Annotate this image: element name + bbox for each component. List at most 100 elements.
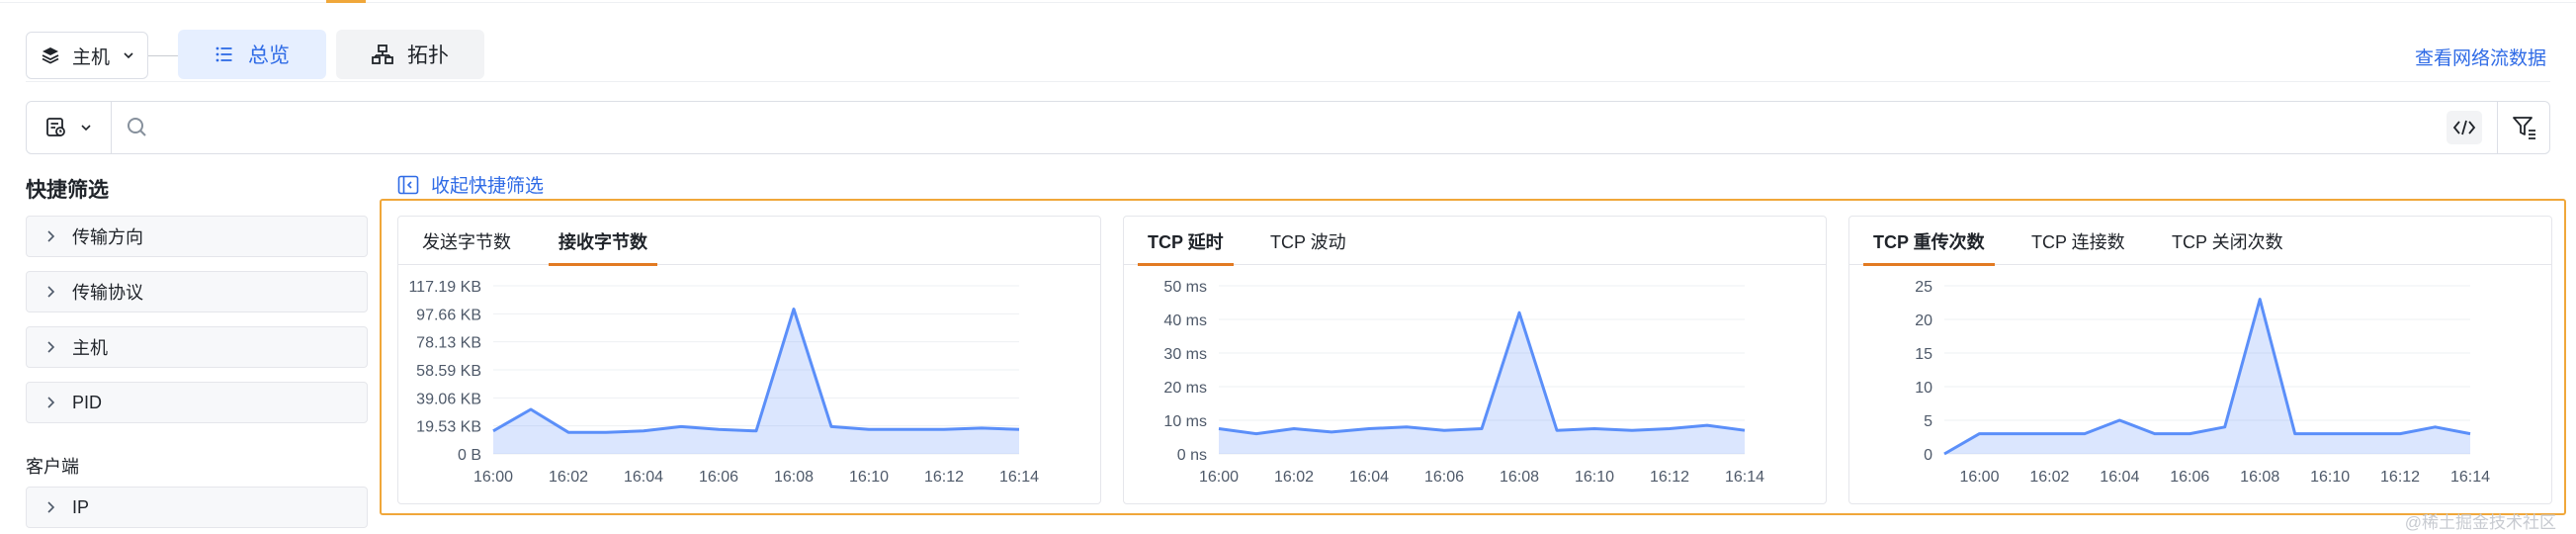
y-tick-label: 10 ms [1163,413,1207,430]
tab-received-bytes[interactable]: 接收字节数 [549,217,657,266]
x-tick-label: 16:00 [1959,469,1999,486]
filter-item-ip[interactable]: IP [26,487,368,528]
watermark: @稀土掘金技术社区 [2404,513,2556,532]
filter-item-host[interactable]: 主机 [26,326,368,368]
host-connector-line [148,55,178,56]
series-line [1943,298,2471,456]
chart-card-tabs: TCP 延时 TCP 波动 [1124,217,1826,266]
tab-tcp-closes[interactable]: TCP 关闭次数 [2172,217,2283,265]
x-tick-label: 16:04 [1349,469,1389,486]
x-tick-label: 16:04 [2100,469,2139,486]
x-tick-label: 16:06 [699,469,738,486]
x-tick-label: 16:06 [1424,469,1464,486]
filter-item-label: 传输协议 [72,283,143,303]
series-area [1219,312,1745,454]
search-icon [128,118,146,136]
tab-tcp-retransmissions[interactable]: TCP 重传次数 [1863,217,1995,266]
code-mode-button[interactable] [2447,111,2482,144]
tab-overview-label: 总览 [248,44,290,67]
host-select-label: 主机 [72,46,111,68]
x-tick-label: 16:08 [2240,469,2279,486]
tab-topology[interactable]: 拓扑 [336,30,484,79]
tcp-latency-chart: 0 ns 10 ms 20 ms 30 ms 40 ms 50 ms 16:00 16:02 1… [1163,279,1764,486]
x-tick-label: 16:08 [1500,469,1539,486]
filter-item-label: 主机 [72,338,108,358]
filter-item-label: IP [72,496,90,517]
tab-tcp-connections[interactable]: TCP 连接数 [2031,217,2125,265]
chart-card-bytes: 发送字节数 接收字节数 0 B 19.53 KB 39.06 KB 58.59 KB 7… [397,216,1101,504]
client-section-title: 客户端 [26,457,79,477]
view-flow-data-link[interactable]: 查看网络流数据 [2415,44,2546,70]
topology-icon [372,44,393,64]
chevron-down-icon [80,125,91,132]
y-tick-label: 0 ns [1177,447,1207,464]
tab-tcp-jitter[interactable]: TCP 波动 [1270,217,1346,265]
x-tick-label: 16:12 [924,469,964,486]
y-tick-label: 15 [1915,346,1932,363]
x-tick-label: 16:08 [774,469,814,486]
tab-overview[interactable]: 总览 [178,30,326,79]
y-tick-label: 20 ms [1163,380,1207,397]
chart-card-tabs: TCP 重传次数 TCP 连接数 TCP 关闭次数 [1849,217,2551,266]
filter-item-direction[interactable]: 传输方向 [26,216,368,257]
x-tick-label: 16:00 [473,469,513,486]
tab-tcp-latency[interactable]: TCP 延时 [1138,217,1234,266]
x-tick-label: 16:06 [2170,469,2209,486]
chevron-right-icon [47,501,55,513]
collapse-quick-filter-button[interactable]: 收起快捷筛选 [397,171,544,198]
x-tick-label: 16:14 [2450,469,2490,486]
filter-item-label: PID [72,392,103,412]
code-icon [2452,120,2476,135]
y-tick-label: 30 ms [1163,346,1207,363]
y-tick-label: 0 [1924,447,1932,464]
chart-card-tabs: 发送字节数 接收字节数 [398,217,1100,266]
tab-sent-bytes[interactable]: 发送字节数 [422,217,511,265]
chevron-right-icon [47,286,55,298]
series-line [492,308,1020,434]
x-tick-label: 16:02 [1274,469,1314,486]
x-tick-label: 16:12 [2380,469,2420,486]
chart-card-retrans: TCP 重传次数 TCP 连接数 TCP 关闭次数 0 5 10 15 20 25 16:0… [1848,216,2552,504]
saved-query-icon [45,118,65,136]
filter-item-pid[interactable]: PID [26,382,368,423]
quick-filter-title: 快捷筛选 [26,179,109,202]
chevron-right-icon [47,341,55,353]
received-bytes-chart: 0 B 19.53 KB 39.06 KB 58.59 KB 78.13 KB 97.66… [408,279,1039,486]
collapse-quick-filter-label: 收起快捷筛选 [431,176,545,197]
y-tick-label: 117.19 KB [408,279,481,296]
y-tick-label: 97.66 KB [416,307,481,323]
filter-settings-icon[interactable] [2512,115,2537,140]
chevron-down-icon [124,52,133,59]
x-tick-label: 16:10 [2310,469,2350,486]
chevron-right-icon [47,230,55,242]
x-tick-label: 16:10 [849,469,889,486]
y-tick-label: 78.13 KB [416,335,481,352]
x-tick-label: 16:12 [1650,469,1689,486]
top-accent-bar [326,0,366,3]
collapse-panel-icon [397,175,419,194]
search-input[interactable] [159,112,2334,143]
x-tick-label: 16:14 [999,469,1039,486]
list-icon [215,46,232,62]
y-tick-label: 19.53 KB [416,419,481,436]
x-tick-label: 16:10 [1575,469,1614,486]
x-tick-label: 16:02 [2029,469,2069,486]
header-divider [26,81,2550,82]
y-tick-label: 10 [1915,380,1932,397]
series-line [1218,311,1746,436]
y-tick-label: 20 [1915,312,1932,329]
y-tick-label: 40 ms [1163,312,1207,329]
tcp-retransmissions-chart: 0 5 10 15 20 25 16:00 16:02 16:04 16:06 16:08 16:10… [1915,279,2490,486]
x-tick-label: 16:04 [624,469,663,486]
top-rule [0,2,2576,3]
host-select[interactable]: 主机 [26,32,148,79]
chart-card-latency: TCP 延时 TCP 波动 0 ns 10 ms 20 ms 30 ms 40 ms 50… [1123,216,1827,504]
filter-item-protocol[interactable]: 传输协议 [26,271,368,312]
saved-query-dropdown[interactable] [27,102,112,153]
x-tick-label: 16:02 [549,469,588,486]
y-tick-label: 0 B [458,447,481,464]
x-tick-label: 16:14 [1725,469,1764,486]
tab-topology-label: 拓扑 [407,44,449,67]
y-tick-label: 39.06 KB [416,391,481,407]
x-tick-label: 16:00 [1199,469,1239,486]
